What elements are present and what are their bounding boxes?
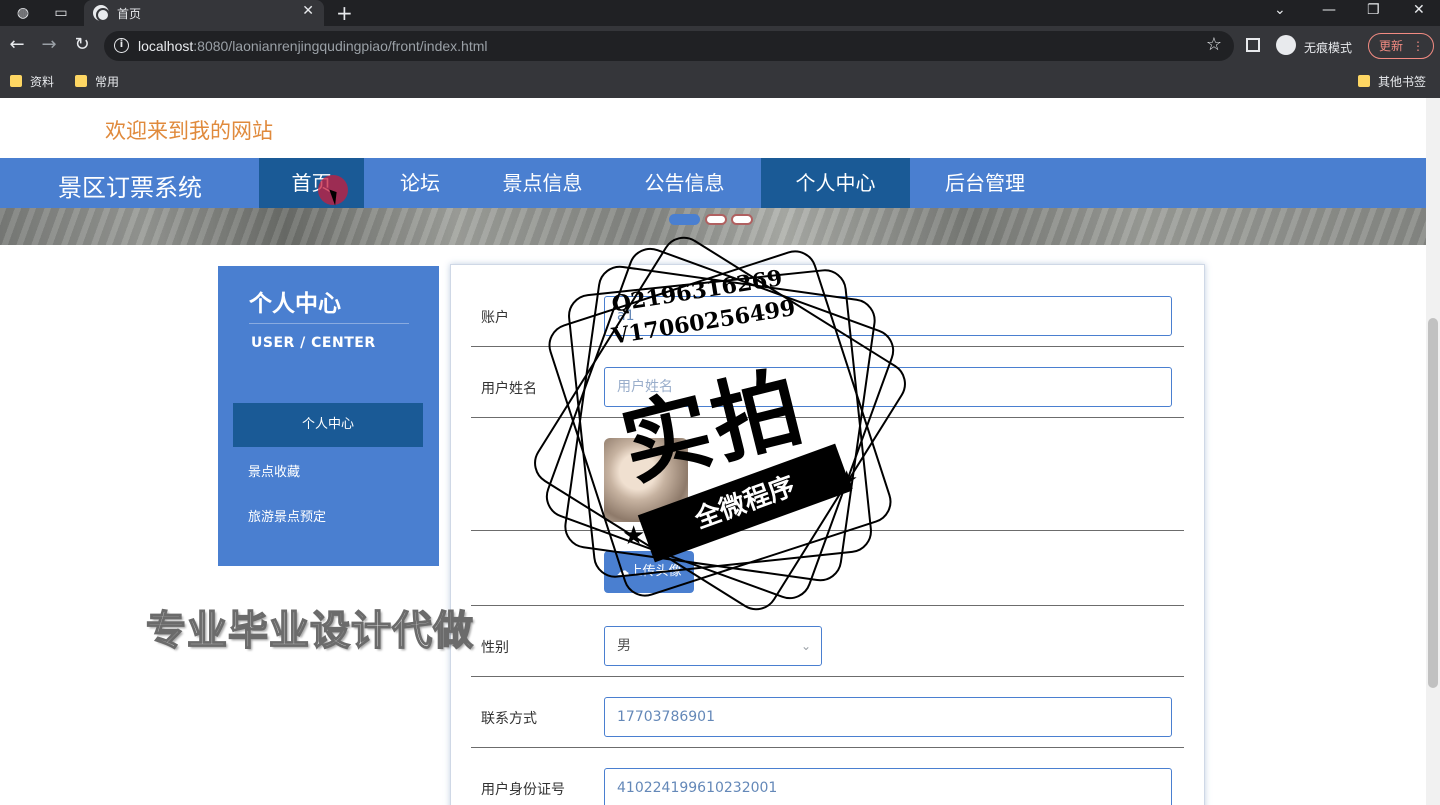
id-number-input[interactable]: 410224199610232001	[604, 768, 1172, 805]
sidebar-title: 个人中心	[249, 291, 341, 317]
upload-avatar-button[interactable]: ☁上传头像	[604, 551, 694, 593]
nav-admin[interactable]: 后台管理	[925, 158, 1045, 208]
folder-icon	[10, 75, 22, 87]
main-navbar: 景区订票系统 首页 论坛 景点信息 公告信息 个人中心 后台管理	[0, 158, 1426, 208]
incognito-icon[interactable]	[1276, 35, 1296, 55]
minimize-button[interactable]: —	[1322, 2, 1336, 18]
menu-icon: ⋮	[1412, 39, 1424, 53]
nav-notice-info[interactable]: 公告信息	[622, 158, 747, 208]
welcome-text: 欢迎来到我的网站	[105, 119, 273, 143]
cloud-upload-icon: ☁	[616, 564, 630, 579]
folder-icon	[1358, 75, 1370, 87]
tab-list-chevron-icon[interactable]: ⌄	[1274, 2, 1286, 18]
sidebar-divider	[249, 323, 409, 324]
account-label: 账户	[481, 310, 509, 326]
carousel-banner	[0, 208, 1426, 245]
close-window-button[interactable]: ✕	[1413, 2, 1425, 18]
form-divider	[471, 530, 1184, 531]
chevron-down-icon: ⌄	[800, 639, 811, 653]
sidebar-item-booking[interactable]: 旅游景点预定	[248, 506, 326, 525]
gender-value: 男	[617, 638, 631, 654]
name-input[interactable]: 用户姓名	[604, 367, 1172, 407]
bookmark-folder-changyong[interactable]: 常用	[75, 73, 119, 90]
new-tab-button[interactable]: +	[336, 1, 353, 25]
site-brand: 景区订票系统	[58, 174, 202, 202]
globe-icon[interactable]: ◍	[14, 4, 32, 22]
bookmarks-bar: 资料 常用 其他书签	[0, 66, 1440, 98]
back-icon[interactable]: ←	[6, 34, 28, 56]
sidebar-item-favorites[interactable]: 景点收藏	[248, 461, 300, 480]
user-center-sidebar: 个人中心 USER / CENTER 个人中心 景点收藏 旅游景点预定	[218, 266, 439, 566]
carousel-dot[interactable]	[731, 214, 753, 225]
form-divider	[471, 605, 1184, 606]
nav-forum[interactable]: 论坛	[380, 158, 460, 208]
browser-tab[interactable]: 首页 ✕	[84, 0, 324, 26]
form-divider	[471, 346, 1184, 347]
site-info-icon[interactable]: i	[114, 38, 129, 53]
gender-select[interactable]: 男 ⌄	[604, 626, 822, 666]
carousel-dot-active[interactable]	[669, 214, 700, 225]
incognito-label: 无痕模式	[1304, 41, 1353, 55]
form-divider	[471, 676, 1184, 677]
bottom-watermark: 专业毕业设计代做	[145, 607, 474, 655]
reload-icon[interactable]: ↻	[71, 34, 93, 56]
phone-input[interactable]: 17703786901	[604, 697, 1172, 737]
side-panel-icon[interactable]	[1246, 38, 1260, 52]
page-scrollbar[interactable]	[1426, 98, 1440, 805]
forward-icon[interactable]: →	[38, 34, 60, 56]
bookmark-star-icon[interactable]: ☆	[1206, 34, 1222, 55]
avatar-image	[604, 438, 688, 522]
id-number-label: 用户身份证号	[481, 782, 565, 798]
browser-titlebar: ◍ ▭ 首页 ✕ + ⌄ — ❐ ✕	[0, 0, 1440, 26]
phone-label: 联系方式	[481, 711, 537, 727]
profile-form-panel: 账户 a1 用户姓名 用户姓名 ☁上传头像 性别 男 ⌄ 联系方式 177037…	[450, 264, 1205, 805]
close-tab-icon[interactable]: ✕	[302, 3, 314, 19]
sidebar-subtitle: USER / CENTER	[251, 335, 376, 351]
carousel-dot[interactable]	[705, 214, 727, 225]
bookmark-folder-ziliao[interactable]: 资料	[10, 73, 54, 90]
form-divider	[471, 417, 1184, 418]
url-text: localhost:8080/laonianrenjingqudingpiao/…	[138, 38, 488, 54]
folder-icon	[75, 75, 87, 87]
nav-user-center[interactable]: 个人中心	[761, 158, 910, 208]
browser-toolbar: ← → ↻ i localhost:8080/laonianrenjingqud…	[0, 26, 1440, 66]
sidebar-item-user-center[interactable]: 个人中心	[233, 403, 423, 447]
form-divider	[471, 747, 1184, 748]
update-button[interactable]: 更新 ⋮	[1368, 33, 1434, 59]
tab-search-icon[interactable]: ▭	[52, 4, 70, 22]
tab-favicon-icon	[93, 5, 110, 22]
page-viewport: 欢迎来到我的网站 景区订票系统 首页 论坛 景点信息 公告信息 个人中心 后台管…	[0, 98, 1426, 805]
bookmark-folder-other[interactable]: 其他书签	[1358, 73, 1426, 90]
name-label: 用户姓名	[481, 381, 537, 397]
account-input[interactable]: a1	[604, 296, 1172, 336]
address-bar[interactable]: i localhost:8080/laonianrenjingqudingpia…	[104, 31, 1234, 61]
nav-scenic-info[interactable]: 景点信息	[480, 158, 605, 208]
gender-label: 性别	[481, 640, 509, 656]
scrollbar-thumb[interactable]	[1428, 318, 1438, 688]
tab-title: 首页	[117, 7, 142, 21]
nav-home[interactable]: 首页	[259, 158, 364, 208]
restore-button[interactable]: ❐	[1367, 2, 1380, 18]
